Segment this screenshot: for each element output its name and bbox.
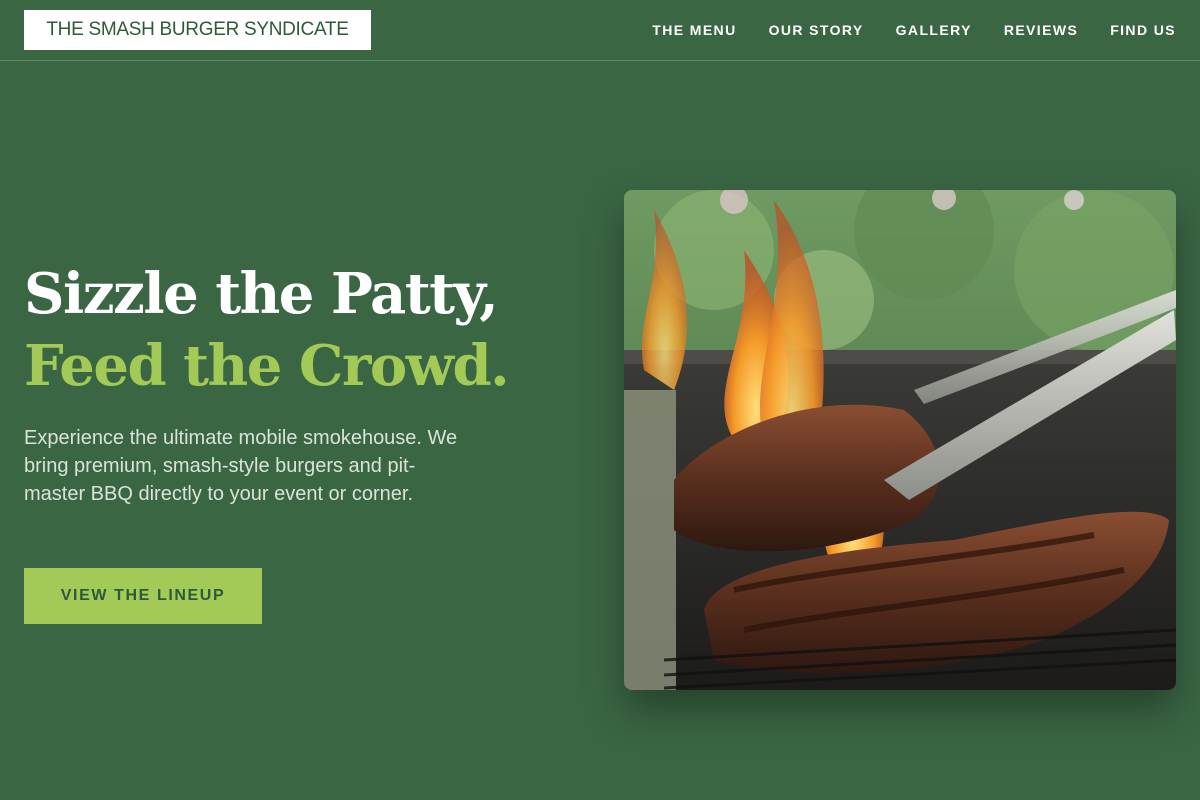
- brand-logo[interactable]: THE SMASH BURGER SYNDICATE: [24, 10, 371, 50]
- nav-link-menu[interactable]: THE MENU: [652, 22, 736, 38]
- hero-headline-line2: Feed the Crowd.: [24, 333, 510, 399]
- view-lineup-button[interactable]: VIEW THE LINEUP: [24, 568, 262, 624]
- nav-link-find-us[interactable]: FIND US: [1110, 22, 1176, 38]
- hero-headline: Sizzle the Patty, Feed the Crowd.: [24, 258, 604, 402]
- site-header: THE SMASH BURGER SYNDICATE THE MENU OUR …: [0, 0, 1200, 61]
- hero-description: Experience the ultimate mobile smokehous…: [24, 427, 458, 505]
- nav-link-gallery[interactable]: GALLERY: [896, 22, 972, 38]
- hero-grill-image: [624, 190, 1176, 690]
- hero-headline-line1: Sizzle the Patty,: [24, 261, 499, 327]
- nav-link-reviews[interactable]: REVIEWS: [1004, 22, 1078, 38]
- nav-link-our-story[interactable]: OUR STORY: [769, 22, 864, 38]
- main-nav: THE MENU OUR STORY GALLERY REVIEWS FIND …: [652, 20, 1176, 40]
